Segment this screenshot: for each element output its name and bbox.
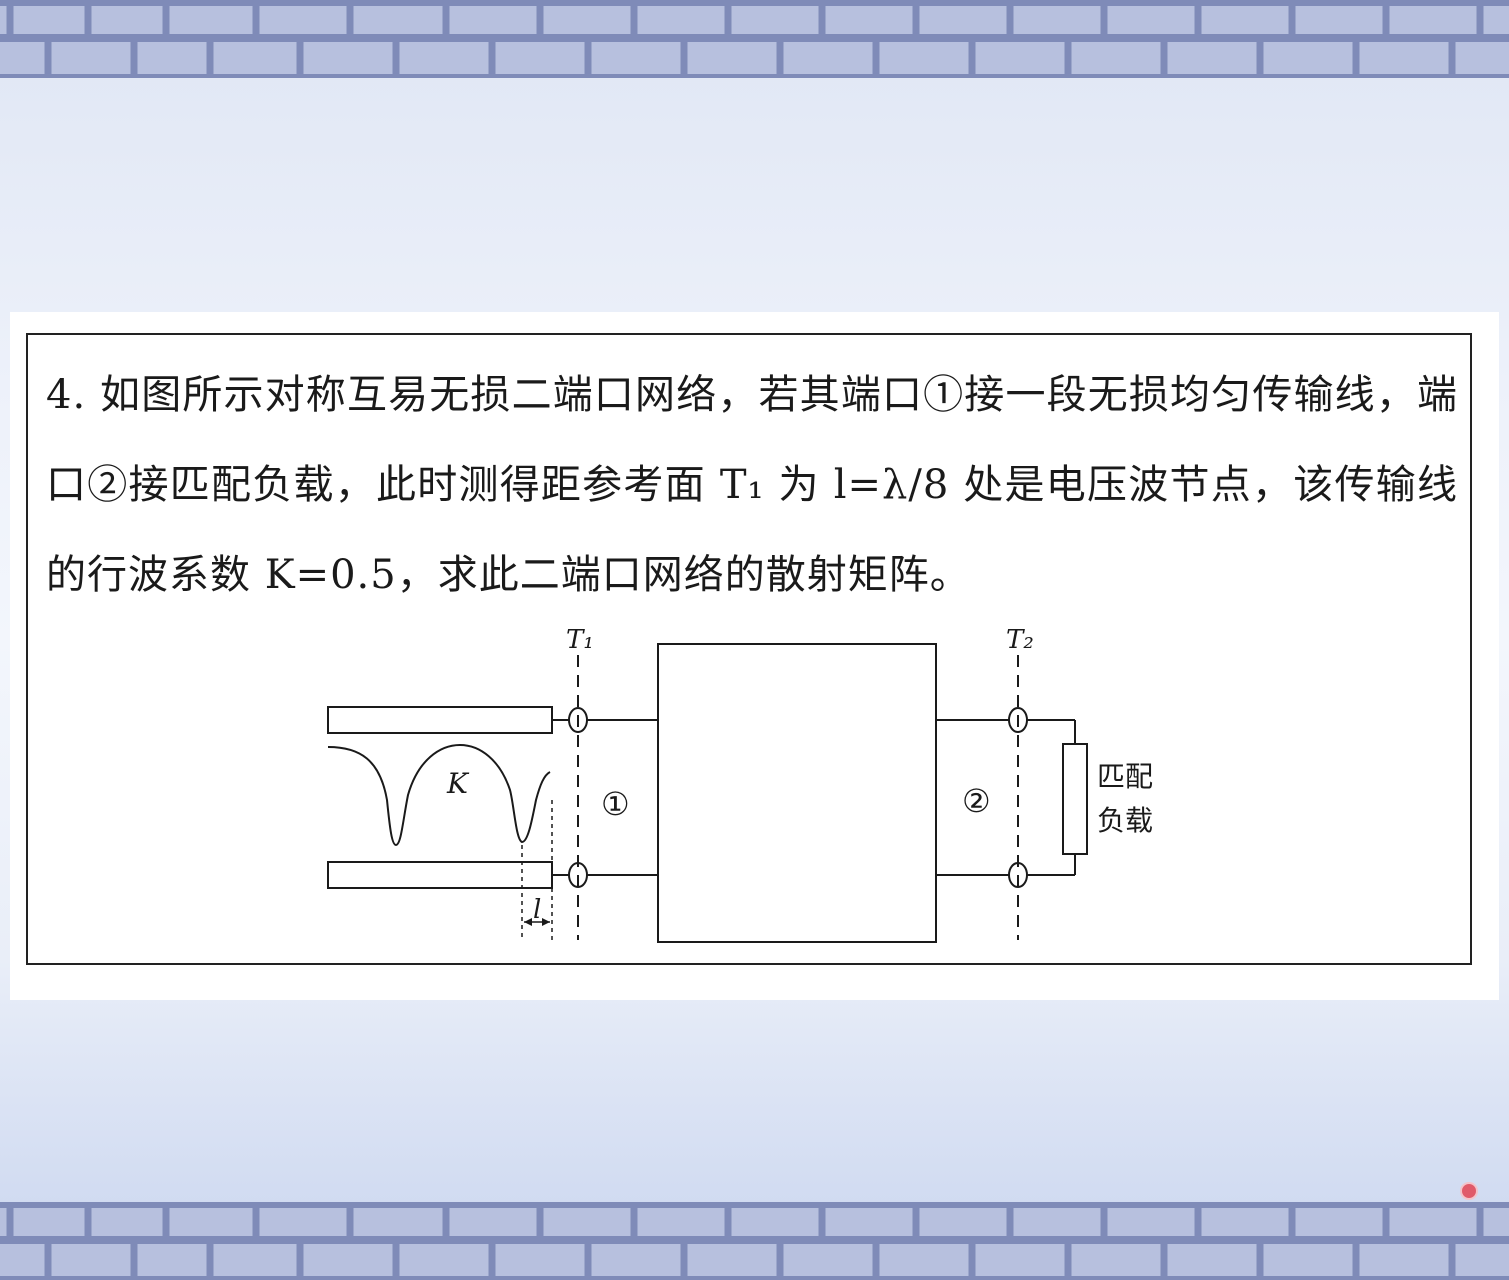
two-port-network-diagram: T₁ T₂ ① ② K l 匹配 负载 [327, 625, 1153, 943]
port2-label: ② [962, 782, 991, 820]
t2-label: T₂ [1006, 625, 1034, 655]
load-label-line2: 负载 [1097, 804, 1153, 837]
upper-conductor [327, 706, 553, 734]
matched-load-resistor [1062, 743, 1088, 855]
red-dot-marker [1460, 1182, 1478, 1200]
t1-label: T₁ [566, 625, 594, 655]
lower-conductor [327, 861, 553, 889]
standing-wave-curve [327, 743, 551, 847]
port1-label: ① [601, 785, 630, 823]
load-label-line1: 匹配 [1097, 760, 1153, 793]
network-box [657, 643, 937, 943]
l-label: l [533, 895, 541, 925]
k-label: K [446, 767, 470, 800]
